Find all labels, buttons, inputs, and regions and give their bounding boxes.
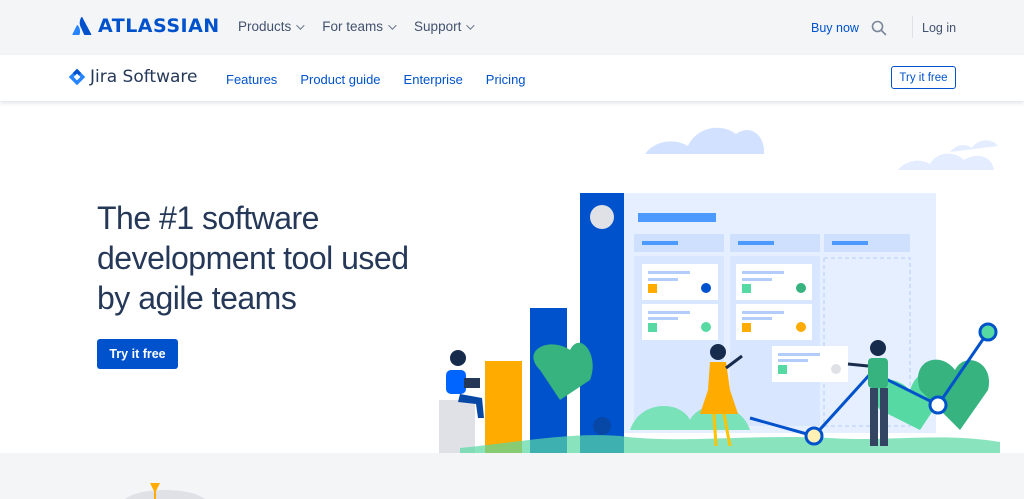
product-menu: Features Product guide Enterprise Pricin…: [226, 72, 549, 87]
try-it-free-hero-button[interactable]: Try it free: [97, 339, 178, 369]
chevron-down-icon: [388, 20, 397, 30]
products-menu[interactable]: Products: [238, 19, 305, 34]
marker-icon: [125, 483, 205, 499]
products-menu-label: Products: [238, 19, 292, 34]
jira-software-wordmark: Jira Software: [90, 67, 198, 87]
jira-software-brand[interactable]: Jira Software: [68, 67, 198, 87]
buy-now-link[interactable]: Buy now: [811, 21, 859, 35]
board-title-bar: [638, 213, 716, 222]
login-link[interactable]: Log in: [922, 21, 956, 35]
grey-block: [439, 400, 475, 453]
chevron-down-icon: [466, 20, 476, 30]
cloud-shapes: [645, 127, 998, 170]
pricing-link[interactable]: Pricing: [486, 72, 526, 87]
blue-pillar: [580, 193, 624, 453]
support-menu[interactable]: Support: [414, 19, 476, 34]
hero-title: The #1 software development tool used by…: [97, 200, 409, 316]
search-icon[interactable]: [870, 19, 888, 37]
jira-diamond-icon: [68, 68, 86, 86]
support-menu-label: Support: [414, 19, 462, 34]
nav-divider: [912, 16, 913, 38]
product-nav: Jira Software Features Product guide Ent…: [0, 55, 1024, 101]
for-teams-menu-label: For teams: [322, 19, 384, 34]
chevron-down-icon: [296, 20, 305, 30]
global-menu: Products For teams Support: [238, 19, 492, 34]
atlassian-wordmark: ATLASSIAN: [98, 15, 220, 37]
hero-illustration: [439, 127, 1000, 453]
for-teams-menu[interactable]: For teams: [322, 19, 397, 34]
enterprise-link[interactable]: Enterprise: [404, 72, 463, 87]
orange-bar: [485, 361, 522, 453]
product-guide-link[interactable]: Product guide: [300, 72, 380, 87]
atlassian-brand[interactable]: ATLASSIAN: [72, 15, 220, 37]
global-nav: ATLASSIAN Products For teams Support Buy…: [0, 0, 1024, 55]
atlassian-logo-icon: [72, 16, 92, 35]
features-link[interactable]: Features: [226, 72, 277, 87]
try-it-free-nav-button[interactable]: Try it free: [891, 66, 956, 89]
